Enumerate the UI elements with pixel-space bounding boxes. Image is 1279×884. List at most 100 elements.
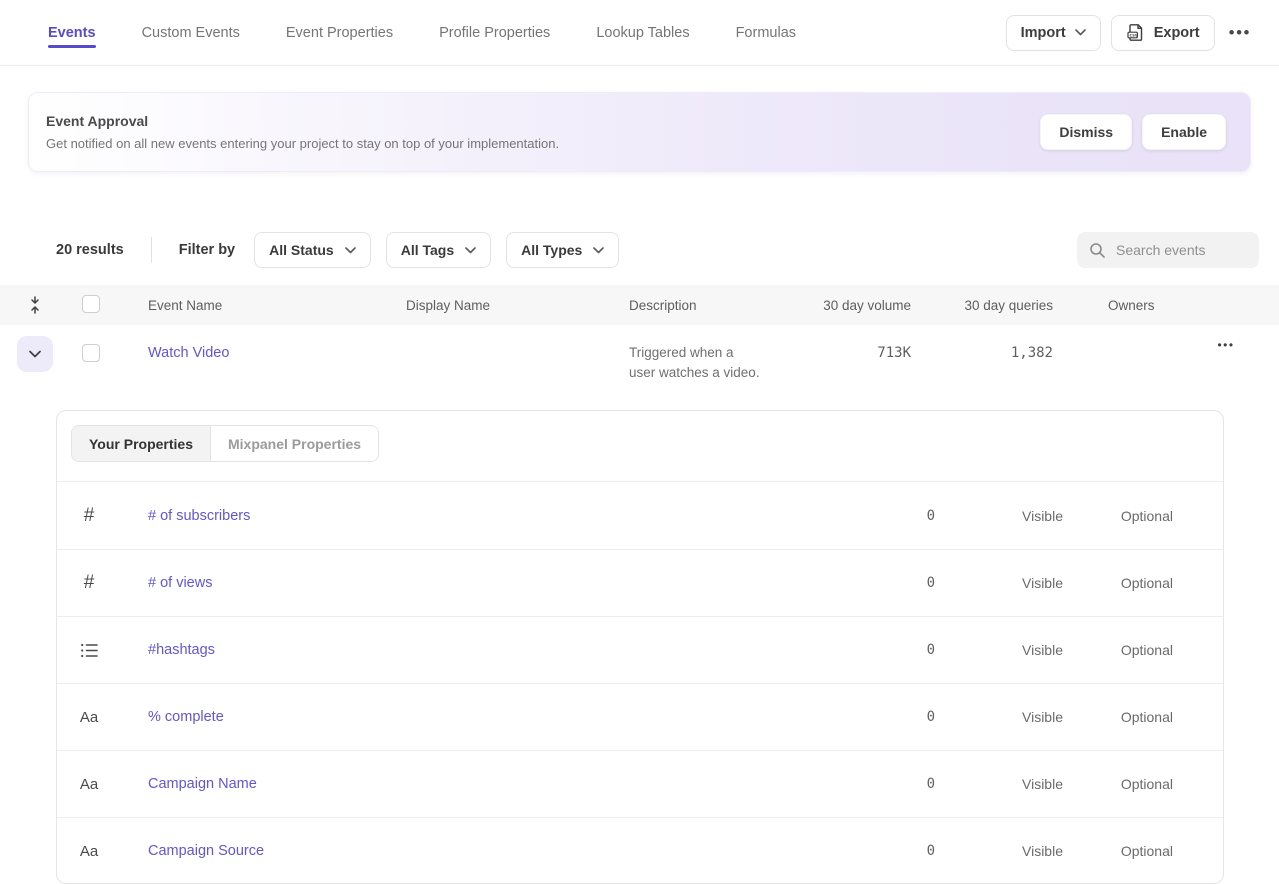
tab-events[interactable]: Events: [48, 0, 96, 65]
tab-lookup-tables[interactable]: Lookup Tables: [596, 0, 689, 65]
collapse-all-icon[interactable]: [0, 296, 70, 314]
property-requirement: Optional: [1063, 709, 1173, 725]
tab-mixpanel-properties[interactable]: Mixpanel Properties: [211, 426, 378, 461]
event-name-link[interactable]: Watch Video: [130, 345, 229, 361]
property-visibility: Visible: [935, 575, 1063, 591]
filter-by-label: Filter by: [179, 242, 235, 258]
results-count: 20 results: [56, 242, 124, 258]
event-approval-banner: Event Approval Get notified on all new e…: [28, 92, 1251, 172]
chevron-down-icon: [593, 247, 604, 254]
filter-bar: 20 results Filter by All Status All Tags…: [56, 232, 1259, 268]
property-visibility: Visible: [935, 843, 1063, 859]
csv-file-icon: csv: [1126, 23, 1145, 42]
text-type-icon: Aa: [57, 776, 121, 793]
property-requirement: Optional: [1063, 776, 1173, 792]
property-requirement: Optional: [1063, 843, 1173, 859]
list-type-icon: [57, 643, 121, 658]
tab-your-properties[interactable]: Your Properties: [72, 426, 211, 461]
property-row: # # of views 0 Visible Optional: [57, 549, 1223, 616]
header-event-name: Event Name: [130, 298, 388, 313]
tags-filter-label: All Tags: [401, 242, 454, 258]
svg-text:csv: csv: [1129, 34, 1138, 39]
property-row: # # of subscribers 0 Visible Optional: [57, 482, 1223, 549]
event-30-day-volume: 713K: [801, 345, 911, 361]
tab-event-properties[interactable]: Event Properties: [286, 0, 393, 65]
types-filter-dropdown[interactable]: All Types: [506, 232, 619, 268]
property-row: Aa % complete 0 Visible Optional: [57, 683, 1223, 750]
tags-filter-dropdown[interactable]: All Tags: [386, 232, 491, 268]
tab-formulas[interactable]: Formulas: [736, 0, 796, 65]
chevron-down-icon: [1075, 29, 1086, 36]
property-visibility: Visible: [935, 642, 1063, 658]
search-box: [1077, 232, 1259, 268]
search-icon: [1089, 242, 1106, 259]
banner-text: Event Approval Get notified on all new e…: [46, 113, 559, 151]
more-menu-icon[interactable]: •••: [1225, 15, 1255, 51]
property-row: #hashtags 0 Visible Optional: [57, 616, 1223, 683]
events-table-header: Event Name Display Name Description 30 d…: [0, 285, 1279, 325]
row-actions-icon[interactable]: •••: [1173, 338, 1279, 352]
row-checkbox[interactable]: [82, 344, 100, 362]
export-button-label: Export: [1154, 25, 1200, 41]
event-row-watch-video: Watch Video Triggered when a user watche…: [0, 325, 1279, 410]
tab-profile-properties[interactable]: Profile Properties: [439, 0, 550, 65]
types-filter-label: All Types: [521, 242, 582, 258]
property-value: 0: [815, 776, 935, 792]
nav-actions: Import csv Export •••: [1006, 0, 1255, 65]
property-link[interactable]: Campaign Name: [121, 776, 257, 792]
property-visibility: Visible: [935, 709, 1063, 725]
properties-segmented-control: Your Properties Mixpanel Properties: [71, 425, 379, 462]
header-checkbox-cell: [70, 295, 130, 316]
nav-tabs: Events Custom Events Event Properties Pr…: [48, 0, 796, 65]
collapse-row-button[interactable]: [17, 336, 53, 372]
property-link[interactable]: #hashtags: [121, 642, 215, 658]
top-nav: Events Custom Events Event Properties Pr…: [0, 0, 1279, 66]
row-checkbox-cell: [70, 325, 130, 367]
property-value: 0: [815, 575, 935, 591]
property-row: Aa Campaign Name 0 Visible Optional: [57, 750, 1223, 817]
header-display-name: Display Name: [388, 298, 611, 313]
import-button[interactable]: Import: [1006, 15, 1101, 51]
property-link[interactable]: # of subscribers: [121, 508, 250, 524]
event-name-cell: Watch Video: [130, 325, 388, 362]
number-type-icon: #: [57, 572, 121, 594]
property-value: 0: [815, 709, 935, 725]
property-value: 0: [815, 843, 935, 859]
enable-button[interactable]: Enable: [1142, 114, 1226, 150]
search-input[interactable]: [1116, 242, 1247, 258]
text-type-icon: Aa: [57, 843, 121, 860]
export-button[interactable]: csv Export: [1111, 15, 1215, 51]
property-link[interactable]: % complete: [121, 709, 224, 725]
header-30-day-volume: 30 day volume: [801, 298, 911, 313]
property-row: Aa Campaign Source 0 Visible Optional: [57, 817, 1223, 884]
property-visibility: Visible: [935, 776, 1063, 792]
dismiss-button[interactable]: Dismiss: [1040, 114, 1132, 150]
import-button-label: Import: [1021, 25, 1066, 41]
chevron-down-icon: [345, 247, 356, 254]
select-all-checkbox[interactable]: [82, 295, 100, 313]
banner-actions: Dismiss Enable: [1040, 114, 1226, 150]
property-link[interactable]: Campaign Source: [121, 843, 264, 859]
event-description: Triggered when a user watches a video.: [611, 336, 801, 383]
property-value: 0: [815, 508, 935, 524]
chevron-down-icon: [465, 247, 476, 254]
header-owners: Owners: [1053, 298, 1173, 313]
number-type-icon: #: [57, 505, 121, 527]
event-30-day-queries: 1,382: [911, 345, 1053, 361]
tab-custom-events[interactable]: Custom Events: [142, 0, 240, 65]
header-description: Description: [611, 298, 801, 313]
property-requirement: Optional: [1063, 508, 1173, 524]
property-link[interactable]: # of views: [121, 575, 212, 591]
property-requirement: Optional: [1063, 642, 1173, 658]
banner-description: Get notified on all new events entering …: [46, 136, 559, 151]
header-30-day-queries: 30 day queries: [911, 298, 1053, 313]
status-filter-dropdown[interactable]: All Status: [254, 232, 371, 268]
property-visibility: Visible: [935, 508, 1063, 524]
text-type-icon: Aa: [57, 709, 121, 726]
property-requirement: Optional: [1063, 575, 1173, 591]
status-filter-label: All Status: [269, 242, 334, 258]
properties-panel: Your Properties Mixpanel Properties # # …: [56, 410, 1224, 884]
expander-cell: [0, 325, 70, 372]
properties-tabs: Your Properties Mixpanel Properties: [57, 411, 1223, 482]
divider: [151, 237, 152, 263]
